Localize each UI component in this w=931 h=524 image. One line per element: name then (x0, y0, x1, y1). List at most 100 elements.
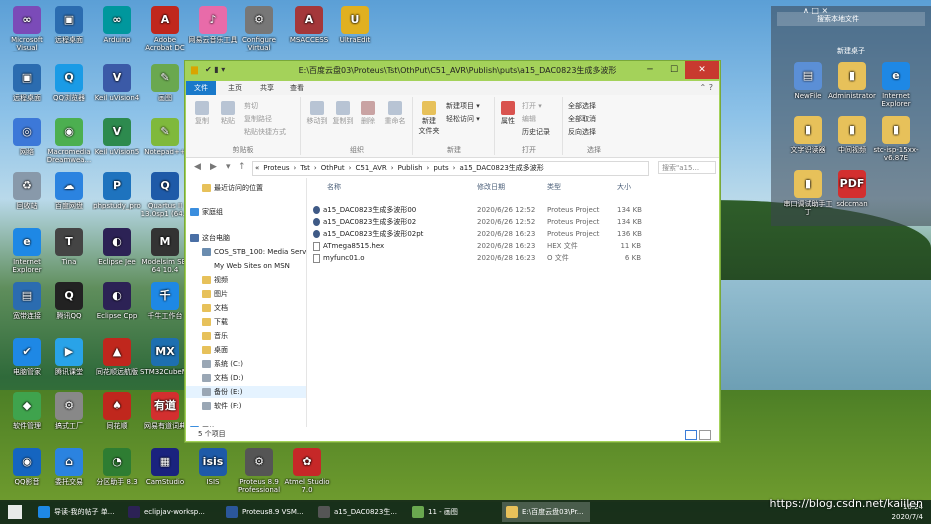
search-input[interactable]: 搜索"a15... (658, 161, 716, 174)
details-view-icon[interactable] (685, 430, 697, 440)
nav-item[interactable]: 系统 (C:) (186, 358, 306, 370)
nav-item[interactable]: 最近访问的位置 (186, 182, 306, 194)
close-button[interactable]: ✕ (685, 61, 719, 79)
taskbar-button[interactable]: E:\百度云盘03\Pr... (502, 502, 590, 522)
desktop-icon[interactable]: ✎ Notepad++ (140, 118, 190, 156)
breadcrumb-item[interactable]: C51_AVR (353, 164, 388, 172)
select-all-button[interactable]: 全部选择 (568, 101, 596, 111)
fence-icon[interactable]: ▮ stc-isp-15xx-v6.87E (871, 116, 921, 162)
nav-item[interactable]: 文档 (D:) (186, 372, 306, 384)
new-folder-button[interactable]: 新建 文件夹 (416, 101, 442, 136)
file-row[interactable]: a15_DAC0823生成多波形00 2020/6/26 12:52 Proteus… (307, 204, 719, 216)
nav-item[interactable]: My Web Sites on MSN (186, 260, 306, 272)
column-type[interactable]: 类型 (547, 182, 561, 192)
paste-button[interactable]: 粘贴 (218, 101, 238, 126)
copy-button[interactable]: 复制 (192, 101, 212, 126)
breadcrumb[interactable]: «Proteus › Tst › OthPut › C51_AVR › Publish › puts… (252, 161, 649, 176)
fence-icon[interactable]: ▮ 串口调试助手工丁 (783, 170, 833, 216)
taskbar-button[interactable]: a15_DAC0823生... (314, 502, 400, 522)
taskbar-button[interactable]: Proteus8.9 VSM... (222, 502, 308, 522)
desktop-icon[interactable]: A MSACCESS (284, 6, 334, 44)
file-row[interactable]: a15_DAC0823生成多波形02pt 2020/6/28 16:23 Prote… (307, 228, 719, 240)
nav-item[interactable]: 文档 (186, 302, 306, 314)
desktop-icon[interactable]: ✿ Atmel Studio 7.0 (282, 448, 332, 494)
easy-access-button[interactable]: 轻松访问 ▾ (446, 114, 480, 124)
new-item-button[interactable]: 新建项目 ▾ (446, 101, 480, 111)
desktop-icon[interactable]: ▦ CamStudio (140, 448, 190, 486)
desktop-icon[interactable]: ▲ 同花顺远航版 (92, 338, 142, 376)
nav-item[interactable]: 音乐 (186, 330, 306, 342)
desktop-icon[interactable]: ▣ 远程桌面 (44, 6, 94, 44)
desktop-icon[interactable]: T Tina (44, 228, 94, 266)
paste-shortcut-button[interactable]: 粘贴快捷方式 (244, 127, 286, 137)
desktop-icon[interactable]: ⚙ 搞式工厂 (44, 392, 94, 430)
quick-access-toolbar[interactable]: ✔ ▮ ▾ (205, 65, 225, 74)
desktop-icon[interactable]: A Adobe Acrobat DC (140, 6, 190, 52)
nav-item[interactable]: 这台电脑 (186, 232, 306, 244)
breadcrumb-separator[interactable]: › (312, 164, 319, 172)
help-icon[interactable]: ⌃ ? (700, 83, 714, 92)
minimize-button[interactable]: ─ (637, 61, 663, 79)
back-button[interactable]: ◀ (194, 162, 201, 172)
top-tray-controls[interactable]: ∧ □ × (803, 6, 828, 15)
desktop-icon[interactable]: ◐ Eclipse Cpp (92, 282, 142, 320)
desktop-icon[interactable]: Q QQ浏览器 (44, 64, 94, 102)
nav-item[interactable]: 视频 (186, 274, 306, 286)
up-button[interactable]: ↑ (238, 162, 246, 172)
desktop-icon[interactable]: V Keil uVision4 (92, 64, 142, 102)
title-bar[interactable]: ▆ ✔ ▮ ▾ E:\百度云盘03\Proteus\Tst\OthPut\C51… (185, 61, 720, 81)
fence-icon[interactable]: e Internet Explorer (871, 62, 921, 108)
tab-view[interactable]: 查看 (282, 81, 312, 95)
recent-locations-button[interactable]: ▾ (226, 162, 231, 172)
copy-path-button[interactable]: 复制路径 (244, 114, 272, 124)
file-row[interactable]: ATmega8515.hex 2020/6/28 16:23 HEX 文件 11 KB (307, 240, 719, 252)
nav-item[interactable]: 桌面 (186, 344, 306, 356)
copy-to-button[interactable]: 复制到 (332, 101, 354, 126)
tab-home[interactable]: 主页 (220, 81, 250, 95)
desktop-icon[interactable]: ☁ 百度网盘 (44, 172, 94, 210)
column-size[interactable]: 大小 (617, 182, 631, 192)
fence-icon[interactable]: ▮ 中间视频 (827, 116, 877, 154)
desktop-icon[interactable]: ∞ Arduino (92, 6, 142, 44)
fence-icon[interactable]: PDF sdccman (827, 170, 877, 208)
taskbar-button[interactable]: 11 - 画图 (408, 502, 494, 522)
fence-icon[interactable]: ▮ Administrator (827, 62, 877, 100)
desktop-icon[interactable]: MX STM32CubeMX (140, 338, 190, 376)
file-row[interactable]: a15_DAC0823生成多波形02 2020/6/26 12:52 Proteus… (307, 216, 719, 228)
nav-item[interactable]: 图片 (186, 288, 306, 300)
desktop-icon[interactable]: ⚙ Configure Virtual Serial... (234, 6, 284, 52)
desktop-icon[interactable]: Pphpstudy_pro (92, 172, 142, 210)
taskbar-button[interactable]: eclipjav-worksp... (124, 502, 210, 522)
nav-item[interactable]: 家庭组 (186, 206, 306, 218)
edit-button[interactable]: 编辑 (522, 114, 536, 124)
desktop-icon[interactable]: ▶ 腾讯课堂 (44, 338, 94, 376)
breadcrumb-item[interactable]: puts (431, 164, 450, 172)
desktop-icon[interactable]: Q Quartus II 13.0sp1 (64... (140, 172, 190, 218)
breadcrumb-item[interactable]: Tst (298, 164, 312, 172)
breadcrumb-item[interactable]: a15_DAC0823生成多波形 (457, 164, 545, 172)
tab-file[interactable]: 文件 (186, 81, 216, 95)
desktop-icon[interactable]: ◉ Macromedia Dreamwea... (44, 118, 94, 164)
start-button-icon[interactable] (8, 505, 22, 519)
desktop-icon[interactable]: ◐ Eclipse Jee (92, 228, 142, 266)
select-none-button[interactable]: 全部取消 (568, 114, 596, 124)
desktop-icon[interactable]: ⌂ 委托交易 (44, 448, 94, 486)
fence-search-input[interactable]: 搜索本地文件 (777, 12, 925, 26)
desktop-icon[interactable]: 有道 网易有道词典 (140, 392, 190, 430)
large-icons-view-icon[interactable] (699, 430, 711, 440)
breadcrumb-separator[interactable]: › (389, 164, 396, 172)
breadcrumb-item[interactable]: Publish (396, 164, 425, 172)
history-button[interactable]: 历史记录 (522, 127, 550, 137)
desktop-icon[interactable]: ♪ 网易云音乐工具 (188, 6, 238, 44)
nav-item[interactable]: 下载 (186, 316, 306, 328)
properties-button[interactable]: 属性 (498, 101, 518, 126)
desktop-icon[interactable]: ◔ 分区助手 8.3 (92, 448, 142, 486)
desktop-icon[interactable]: ♠ 同花顺 (92, 392, 142, 430)
rename-button[interactable]: 重命名 (382, 101, 408, 126)
delete-button[interactable]: 删除 (358, 101, 378, 126)
desktop-icon[interactable]: Q 腾讯QQ (44, 282, 94, 320)
cut-button[interactable]: 剪切 (244, 101, 258, 111)
fence-icon[interactable]: ▤ NewFile (783, 62, 833, 100)
desktop-icon[interactable]: U UltraEdit (330, 6, 380, 44)
desktop-icon[interactable]: ✎ 画图 (140, 64, 190, 102)
